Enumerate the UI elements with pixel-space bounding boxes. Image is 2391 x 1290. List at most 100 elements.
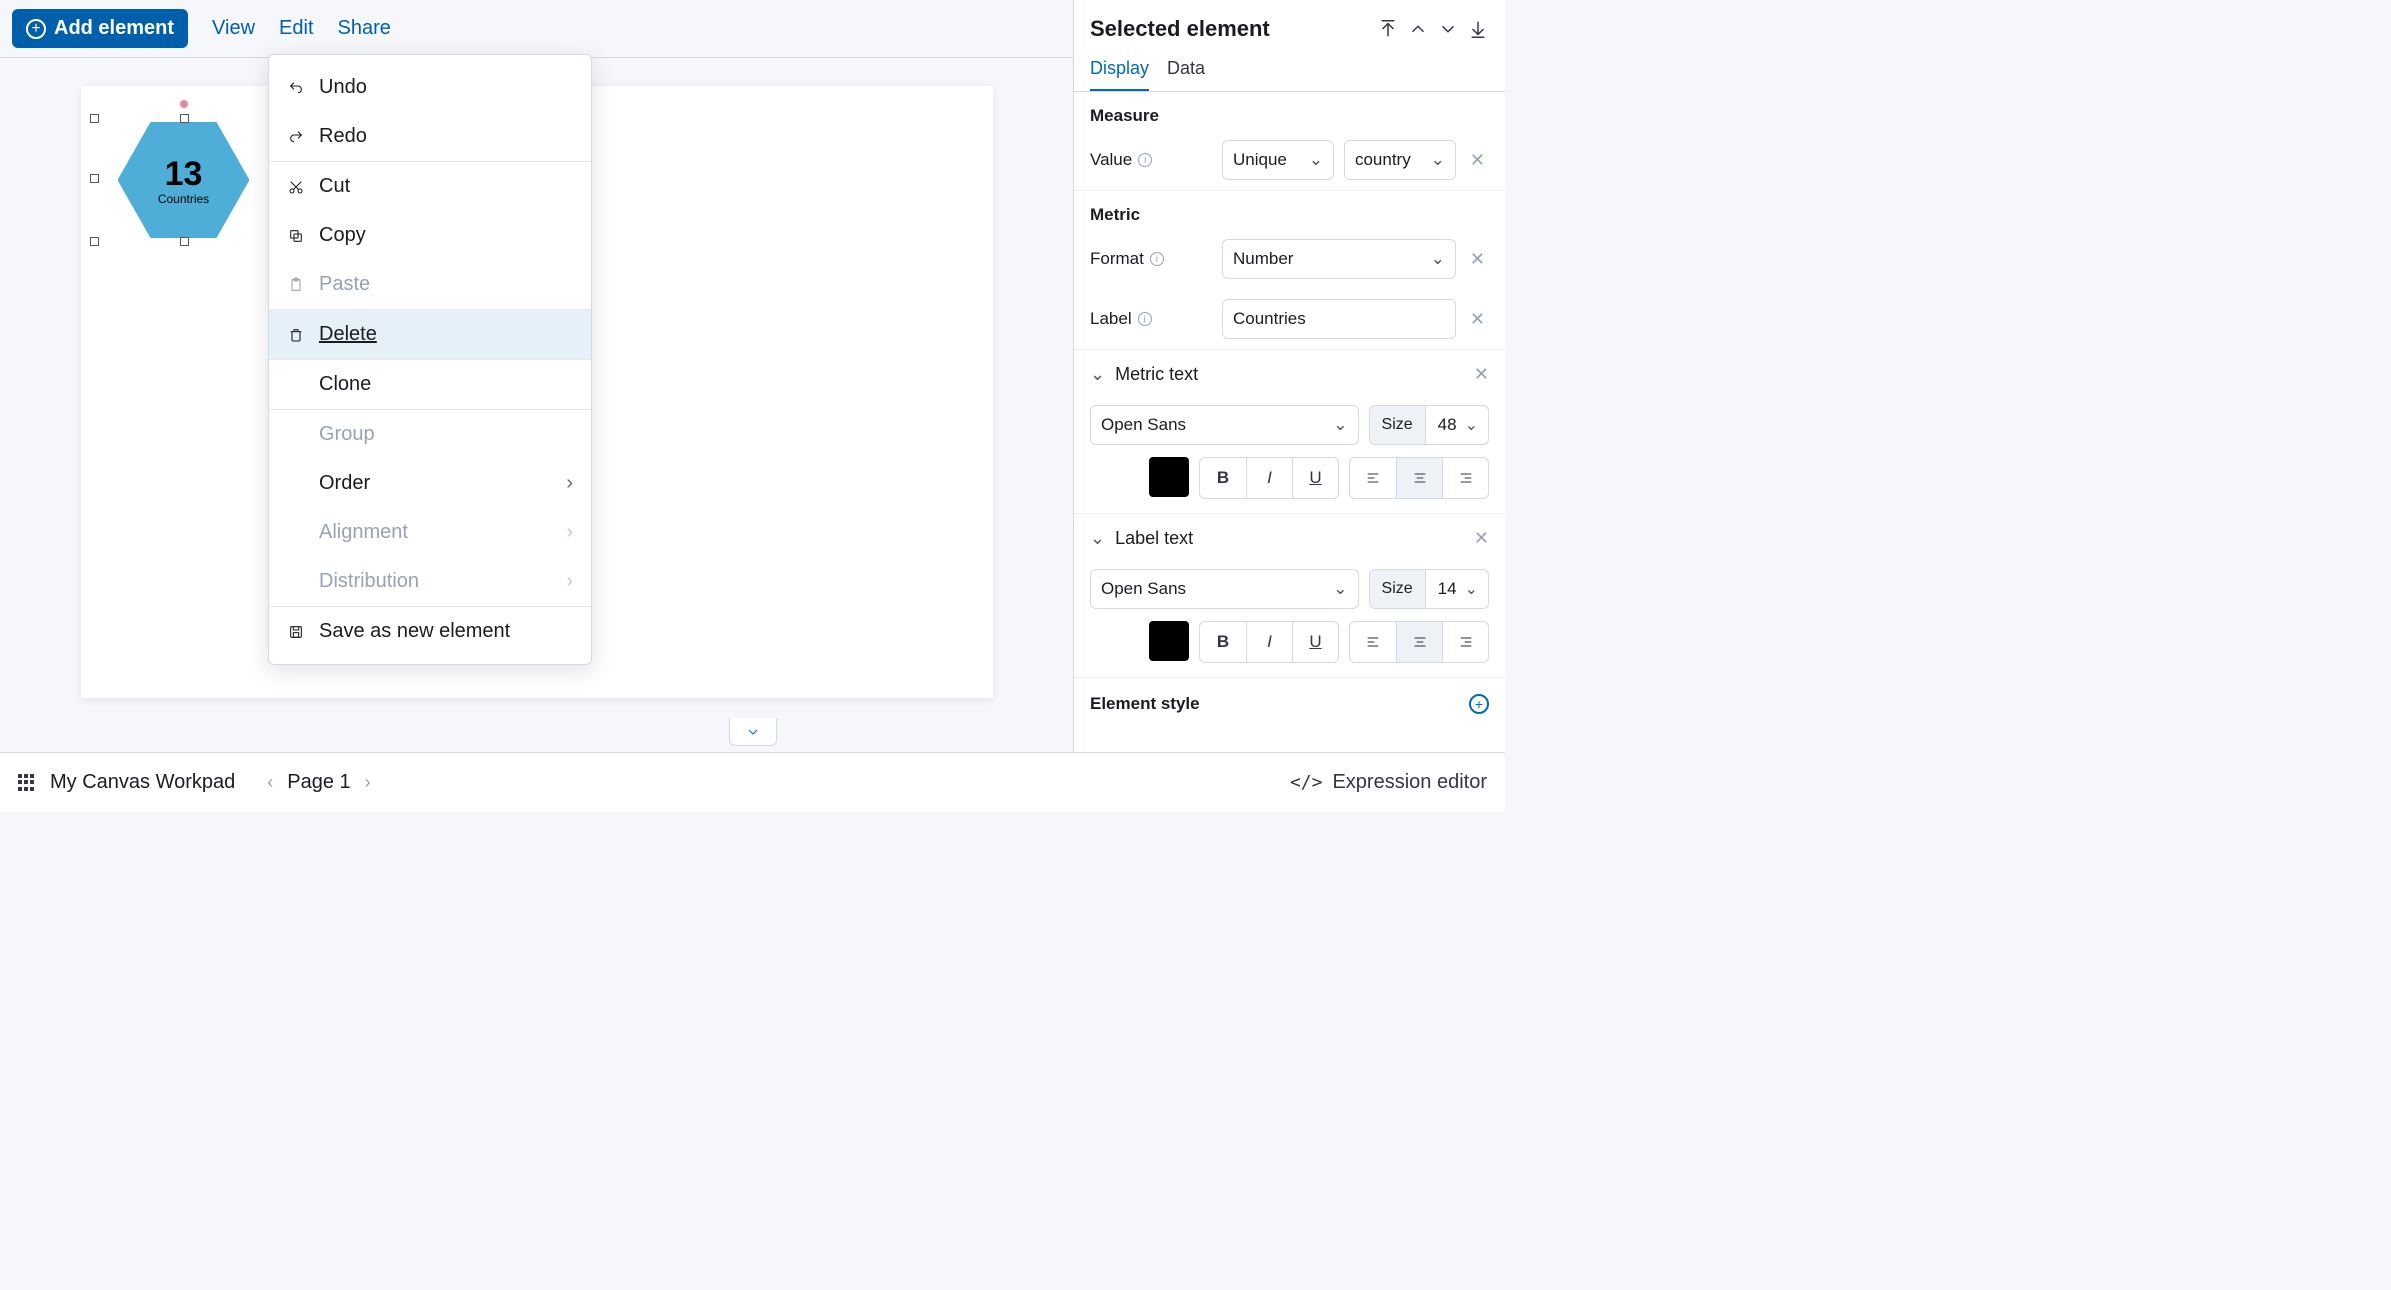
prev-page-button[interactable]: ‹ [267,772,273,793]
menu-item-group: Group [269,410,591,459]
chevron-down-icon: ⌄ [1431,249,1445,269]
bold-button[interactable]: B [1200,458,1246,498]
menu-item-alignment-label: Alignment [319,521,408,544]
tab-data[interactable]: Data [1167,58,1205,91]
menu-item-undo[interactable]: Undo [269,63,591,112]
chevron-down-icon: ⌄ [1090,528,1105,549]
metric-font-select[interactable]: Open Sans ⌄ [1090,405,1359,445]
copy-icon [287,228,305,244]
bold-button[interactable]: B [1200,622,1246,662]
add-element-label: Add element [54,17,174,40]
expression-editor-button[interactable]: </> Expression editor [1290,771,1487,794]
chevron-down-icon: ⌄ [1333,579,1347,599]
chevron-right-icon: › [566,521,573,544]
add-element-style-button[interactable]: + [1469,694,1489,714]
undo-icon [287,80,305,96]
panel-header: Selected element [1074,0,1505,42]
menu-item-distribution: Distribution › [269,557,591,606]
move-up-icon[interactable] [1407,18,1429,40]
move-down-icon[interactable] [1437,18,1459,40]
menu-item-order[interactable]: Order › [269,459,591,508]
label-size-select[interactable]: Size 14 ⌄ [1369,569,1489,609]
resize-handle-nw[interactable] [90,114,99,123]
menu-item-undo-label: Undo [319,76,367,99]
info-icon[interactable]: i [1138,153,1152,167]
info-icon[interactable]: i [1150,252,1164,266]
menu-share[interactable]: Share [338,17,391,40]
underline-button[interactable]: U [1292,458,1338,498]
format-select[interactable]: Number ⌄ [1222,239,1456,279]
chevron-down-icon: ⌄ [1309,150,1323,170]
menu-view[interactable]: View [212,17,255,40]
label-font-select[interactable]: Open Sans ⌄ [1090,569,1359,609]
move-to-top-icon[interactable] [1377,18,1399,40]
menu-item-redo[interactable]: Redo [269,112,591,161]
menu-item-order-label: Order [319,472,370,495]
clear-format-icon[interactable]: ✕ [1466,249,1489,270]
align-right-button[interactable] [1442,622,1488,662]
selected-metric-element[interactable]: 13 Countries [118,122,250,238]
metric-text-accordion[interactable]: ⌄ Metric text ✕ [1074,349,1505,399]
metric-size-select[interactable]: Size 48 ⌄ [1369,405,1489,445]
metric-color-swatch[interactable] [1149,457,1189,497]
label-input[interactable]: Countries [1222,299,1456,339]
align-left-button[interactable] [1350,458,1396,498]
chevron-down-icon: ⌄ [1465,579,1488,599]
resize-handle-sw[interactable] [90,237,99,246]
clear-measure-icon[interactable]: ✕ [1466,150,1489,171]
menu-item-cut[interactable]: Cut [269,162,591,211]
menu-item-save-as-new[interactable]: Save as new element [269,607,591,656]
page-tray-toggle[interactable] [729,718,777,746]
chevron-down-icon: ⌄ [1333,415,1347,435]
resize-handle-w[interactable] [90,174,99,183]
next-page-button[interactable]: › [365,772,371,793]
label-color-swatch[interactable] [1149,621,1189,661]
menu-item-delete[interactable]: Delete [269,310,591,359]
align-center-button[interactable] [1396,458,1442,498]
move-to-bottom-icon[interactable] [1467,18,1489,40]
page-nav: ‹ Page 1 › [267,771,370,794]
menu-item-distribution-label: Distribution [319,570,419,593]
selected-element-panel: Selected element Display Data Measure Va… [1073,0,1505,752]
label-align-group [1349,621,1489,663]
info-icon[interactable]: i [1138,312,1152,326]
tab-display[interactable]: Display [1090,58,1149,91]
field-select[interactable]: country ⌄ [1344,140,1456,180]
panel-body: Measure Value i Unique ⌄ country ⌄ ✕ Met… [1074,92,1505,752]
menu-item-alignment: Alignment › [269,508,591,557]
page-label[interactable]: Page 1 [287,771,350,794]
label-row: Label i Countries ✕ [1074,289,1505,349]
chevron-right-icon: › [566,472,573,495]
metric-label: Countries [158,192,209,206]
menu-item-paste-label: Paste [319,273,370,296]
underline-button[interactable]: U [1292,622,1338,662]
add-element-button[interactable]: + Add element [12,9,188,48]
grid-icon[interactable] [18,774,36,792]
label-text-accordion[interactable]: ⌄ Label text ✕ [1074,513,1505,563]
italic-button[interactable]: I [1246,458,1292,498]
align-right-button[interactable] [1442,458,1488,498]
menu-item-cut-label: Cut [319,175,350,198]
remove-label-text-icon[interactable]: ✕ [1474,528,1489,549]
menu-item-clone[interactable]: Clone [269,360,591,409]
remove-metric-text-icon[interactable]: ✕ [1474,364,1489,385]
resize-handle-n[interactable] [180,114,189,123]
italic-button[interactable]: I [1246,622,1292,662]
align-left-button[interactable] [1350,622,1396,662]
trash-icon [287,327,305,343]
menu-item-copy[interactable]: Copy [269,211,591,260]
clear-label-icon[interactable]: ✕ [1466,309,1489,330]
menu-item-redo-label: Redo [319,125,367,148]
label-label: Label i [1090,309,1212,329]
menu-edit[interactable]: Edit [279,17,313,40]
chevron-right-icon: › [566,570,573,593]
menu-item-paste: Paste [269,260,591,309]
chevron-down-icon: ⌄ [1431,150,1445,170]
element-style-row: Element style + [1074,677,1505,730]
rotate-handle[interactable] [180,100,188,108]
aggregation-select[interactable]: Unique ⌄ [1222,140,1334,180]
paste-icon [287,277,305,293]
workpad-name[interactable]: My Canvas Workpad [50,771,235,794]
align-center-button[interactable] [1396,622,1442,662]
resize-handle-s[interactable] [180,237,189,246]
